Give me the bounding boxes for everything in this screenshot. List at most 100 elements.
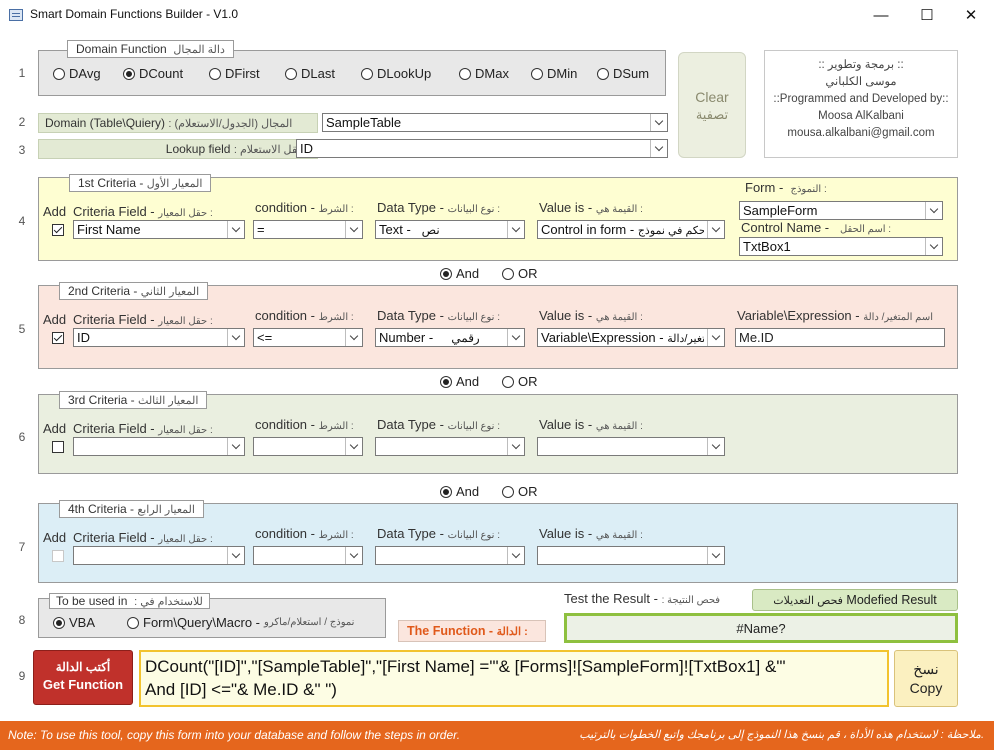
credits-line2: موسى الكلباني	[825, 76, 897, 88]
row-number-8: 8	[18, 613, 26, 627]
chevron-down-icon[interactable]	[707, 438, 724, 455]
modified-result-button[interactable]: فحص التعديلات Modefied Result	[752, 589, 958, 611]
chevron-down-icon[interactable]	[345, 329, 362, 346]
criteria-3-group: 3rd Criteria - المعيار الثالث Add Criter…	[38, 391, 958, 474]
radio-circle-icon	[361, 67, 373, 80]
copy-button[interactable]: نسخ Copy	[894, 650, 958, 707]
maximize-button[interactable]: ☐	[904, 0, 950, 30]
chevron-down-icon[interactable]	[227, 221, 244, 238]
radio-dlast[interactable]: DLast	[285, 66, 335, 81]
test-result-output: #Name?	[564, 613, 958, 643]
domain-function-group: Domain Function دالة المجال DAvg DCount …	[38, 40, 666, 96]
criteria-3-checkbox[interactable]	[52, 441, 64, 453]
radio-dfirst[interactable]: DFirst	[209, 66, 260, 81]
chevron-down-icon[interactable]	[650, 140, 667, 157]
radio-dmax[interactable]: DMax	[459, 66, 509, 81]
chevron-down-icon[interactable]	[507, 438, 524, 455]
criteria-2-field-combo[interactable]: ID	[73, 328, 245, 347]
criteria-4-value-combo[interactable]	[537, 546, 725, 565]
form-query-macro-radio[interactable]: Form\Query\Macro - نموذج / استعلام/ماكرو	[127, 615, 354, 630]
radio-circle-icon	[459, 67, 471, 80]
chevron-down-icon[interactable]	[345, 221, 362, 238]
chevron-down-icon[interactable]	[227, 547, 244, 564]
vba-radio[interactable]: VBA	[53, 615, 95, 630]
criteria-3-value-combo[interactable]	[537, 437, 725, 456]
radio-davg[interactable]: DAvg	[53, 66, 101, 81]
row-number-7: 7	[18, 540, 26, 554]
radio-circle-icon	[127, 616, 139, 629]
criteria-1-legend: 1st Criteria - المعيار الأول	[69, 174, 212, 192]
chevron-down-icon[interactable]	[707, 547, 724, 564]
criteria-2-datatype-combo[interactable]: Number - رقمي	[375, 328, 525, 347]
function-line-1: DCount("[ID]","[SampleTable]","[First Na…	[145, 657, 786, 676]
radio-selected-icon	[440, 375, 452, 388]
criteria-3-condition-combo[interactable]	[253, 437, 363, 456]
and-radio-1[interactable]: And	[440, 266, 479, 281]
criteria-4-condition-combo[interactable]	[253, 546, 363, 565]
criteria-3-field-combo[interactable]	[73, 437, 245, 456]
chevron-down-icon[interactable]	[925, 238, 942, 255]
data-type-header: Data Type - نوع البيانات :	[377, 417, 501, 432]
or-radio-1[interactable]: OR	[502, 266, 538, 281]
clear-button[interactable]: Clear تصفية	[678, 52, 746, 158]
form-combo[interactable]: SampleForm	[739, 201, 943, 220]
footer-note-ar: ملاحظة : لاستخدام هذه الأداة ، قم بنسخ ه…	[579, 729, 984, 741]
radio-circle-icon	[502, 375, 514, 388]
add-header: Add	[43, 421, 67, 436]
condition-header: condition - الشرط :	[255, 308, 354, 323]
criteria-4-datatype-combo[interactable]	[375, 546, 525, 565]
radio-dcount[interactable]: DCount	[123, 66, 183, 81]
chevron-down-icon[interactable]	[227, 329, 244, 346]
control-name-label: Control Name - اسم الحقل :	[741, 220, 892, 235]
chevron-down-icon[interactable]	[345, 438, 362, 455]
window-title: Smart Domain Functions Builder - V1.0	[30, 7, 239, 21]
or-radio-3[interactable]: OR	[502, 484, 538, 499]
condition-header: condition - الشرط :	[255, 526, 354, 541]
lookup-combo[interactable]: ID	[296, 139, 668, 158]
criteria-2-checkbox[interactable]	[52, 332, 64, 344]
chevron-down-icon[interactable]	[227, 438, 244, 455]
criteria-4-group: 4th Criteria - المعيار الرابع Add Criter…	[38, 500, 958, 583]
criteria-2-condition-combo[interactable]: <=	[253, 328, 363, 347]
and-radio-2[interactable]: And	[440, 374, 479, 389]
radio-dmin[interactable]: DMin	[531, 66, 577, 81]
chevron-down-icon[interactable]	[507, 547, 524, 564]
row-number-2: 2	[18, 115, 26, 129]
criteria-1-field-combo[interactable]: First Name	[73, 220, 245, 239]
lookup-label: Lookup field : حقل الاستعلام -	[38, 139, 318, 159]
minimize-button[interactable]: —	[858, 0, 904, 30]
chevron-down-icon[interactable]	[925, 202, 942, 219]
or-radio-2[interactable]: OR	[502, 374, 538, 389]
credits-box: :: برمجة وتطوير :: موسى الكلباني ::Progr…	[764, 50, 958, 158]
radio-circle-icon	[597, 67, 609, 80]
radio-dsum[interactable]: DSum	[597, 66, 649, 81]
domain-combo[interactable]: SampleTable	[322, 113, 668, 132]
criteria-1-condition-combo[interactable]: =	[253, 220, 363, 239]
criteria-1-datatype-combo[interactable]: Text - نص	[375, 220, 525, 239]
criteria-2-value-combo[interactable]: Variable\Expression - تغير/دالة	[537, 328, 725, 347]
control-name-combo[interactable]: TxtBox1	[739, 237, 943, 256]
chevron-down-icon[interactable]	[345, 547, 362, 564]
chevron-down-icon[interactable]	[707, 221, 724, 238]
criteria-1-value-combo[interactable]: Control in form - حكم في نموذج	[537, 220, 725, 239]
chevron-down-icon[interactable]	[650, 114, 667, 131]
data-type-header: Data Type - نوع البيانات :	[377, 308, 501, 323]
credits-email: mousa.alkalbani@gmail.com	[787, 127, 935, 139]
chevron-down-icon[interactable]	[507, 329, 524, 346]
criteria-4-checkbox[interactable]	[52, 550, 64, 562]
criteria-1-checkbox[interactable]	[52, 224, 64, 236]
criteria-4-field-combo[interactable]	[73, 546, 245, 565]
row-number-5: 5	[18, 322, 26, 336]
row-number-3: 3	[18, 143, 26, 157]
radio-selected-icon	[440, 267, 452, 280]
domain-function-legend: Domain Function دالة المجال	[67, 40, 234, 58]
close-button[interactable]: ✕	[948, 0, 994, 30]
and-radio-3[interactable]: And	[440, 484, 479, 499]
variable-expression-input[interactable]: Me.ID	[735, 328, 945, 347]
radio-dlookup[interactable]: DLookUp	[361, 66, 431, 81]
criteria-3-datatype-combo[interactable]	[375, 437, 525, 456]
chevron-down-icon[interactable]	[707, 329, 724, 346]
function-output-textarea[interactable]: DCount("[ID]","[SampleTable]","[First Na…	[139, 650, 889, 707]
get-function-button[interactable]: أكتب الدالة Get Function	[33, 650, 133, 705]
chevron-down-icon[interactable]	[507, 221, 524, 238]
